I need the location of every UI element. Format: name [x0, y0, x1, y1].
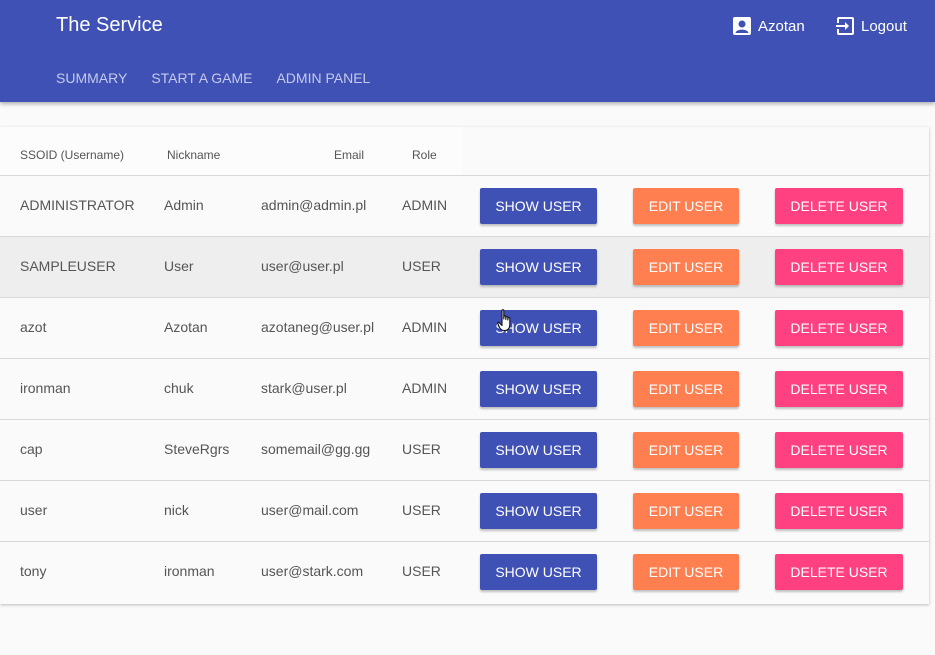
table-row: SAMPLEUSER User user@user.pl USER SHOW U…: [0, 237, 929, 298]
edit-user-button[interactable]: EDIT USER: [633, 371, 739, 407]
delete-user-button[interactable]: DELETE USER: [775, 554, 903, 590]
cell-nickname: chuk: [164, 380, 194, 396]
cell-ssoid: cap: [20, 441, 43, 457]
cell-role: ADMIN: [402, 380, 448, 396]
header-nickname: Nickname: [167, 148, 221, 162]
cell-role: USER: [402, 441, 441, 457]
username-label: Azotan: [758, 17, 805, 35]
table-row: cap SteveRgrs somemail@gg.gg USER SHOW U…: [0, 420, 929, 481]
show-user-button[interactable]: SHOW USER: [480, 371, 597, 407]
cell-email: somemail@gg.gg: [261, 441, 371, 457]
show-user-button[interactable]: SHOW USER: [480, 493, 597, 529]
delete-user-button[interactable]: DELETE USER: [775, 493, 903, 529]
show-user-button[interactable]: SHOW USER: [480, 554, 597, 590]
delete-user-button[interactable]: DELETE USER: [775, 188, 903, 224]
cell-email: user@user.pl: [261, 258, 344, 274]
table-row: azot Azotan azotaneg@user.pl ADMIN SHOW …: [0, 298, 929, 359]
cell-nickname: Azotan: [164, 319, 208, 335]
cell-email: azotaneg@user.pl: [261, 319, 375, 335]
header-email: Email: [334, 148, 365, 162]
nav-admin-panel[interactable]: ADMIN PANEL: [276, 68, 370, 88]
cell-ssoid: ironman: [20, 380, 71, 396]
table-header: SSOID (Username) Nickname Email Role: [0, 127, 929, 176]
edit-user-button[interactable]: EDIT USER: [633, 432, 739, 468]
edit-user-button[interactable]: EDIT USER: [633, 310, 739, 346]
nav-start-a-game[interactable]: START A GAME: [151, 68, 252, 88]
cell-email: admin@admin.pl: [261, 197, 367, 213]
cell-nickname: User: [164, 258, 194, 274]
cell-role: USER: [402, 258, 441, 274]
nav-summary[interactable]: SUMMARY: [56, 68, 127, 88]
cell-nickname: nick: [164, 502, 189, 518]
cell-nickname: Admin: [164, 197, 204, 213]
edit-user-button[interactable]: EDIT USER: [633, 554, 739, 590]
cell-ssoid: ADMINISTRATOR: [20, 197, 135, 213]
cell-email: user@stark.com: [261, 563, 364, 579]
edit-user-button[interactable]: EDIT USER: [633, 188, 739, 224]
show-user-button[interactable]: SHOW USER: [480, 310, 597, 346]
table-row: user nick user@mail.com USER SHOW USER E…: [0, 481, 929, 542]
exit-to-app-icon: [835, 16, 855, 36]
show-user-button[interactable]: SHOW USER: [480, 432, 597, 468]
cell-ssoid: tony: [20, 563, 47, 579]
table-row: ADMINISTRATOR Admin admin@admin.pl ADMIN…: [0, 176, 929, 237]
account-box-icon: [732, 16, 752, 36]
main-nav: SUMMARY START A GAME ADMIN PANEL: [56, 68, 394, 88]
cell-ssoid: azot: [20, 319, 47, 335]
logout-label: Logout: [861, 17, 907, 35]
table-row: ironman chuk stark@user.pl ADMIN SHOW US…: [0, 359, 929, 420]
table-row: tony ironman user@stark.com USER SHOW US…: [0, 542, 929, 603]
cell-role: USER: [402, 502, 441, 518]
cell-role: ADMIN: [402, 197, 448, 213]
app-bar: The Service Azotan Logout SUMMARY START …: [0, 0, 935, 102]
user-profile-button[interactable]: Azotan: [732, 16, 805, 36]
edit-user-button[interactable]: EDIT USER: [633, 249, 739, 285]
users-table: SSOID (Username) Nickname Email Role ADM…: [0, 127, 929, 604]
header-ssoid: SSOID (Username): [20, 148, 125, 162]
cell-email: stark@user.pl: [261, 380, 347, 396]
delete-user-button[interactable]: DELETE USER: [775, 371, 903, 407]
app-title: The Service: [56, 14, 163, 36]
cell-nickname: SteveRgrs: [164, 441, 230, 457]
show-user-button[interactable]: SHOW USER: [480, 188, 597, 224]
delete-user-button[interactable]: DELETE USER: [775, 432, 903, 468]
cell-ssoid: SAMPLEUSER: [20, 258, 116, 274]
header-role: Role: [412, 148, 437, 162]
cell-role: ADMIN: [402, 319, 448, 335]
delete-user-button[interactable]: DELETE USER: [775, 310, 903, 346]
logout-button[interactable]: Logout: [835, 16, 907, 36]
cell-nickname: ironman: [164, 563, 215, 579]
delete-user-button[interactable]: DELETE USER: [775, 249, 903, 285]
cell-role: USER: [402, 563, 441, 579]
cell-ssoid: user: [20, 502, 48, 518]
show-user-button[interactable]: SHOW USER: [480, 249, 597, 285]
cell-email: user@mail.com: [261, 502, 359, 518]
edit-user-button[interactable]: EDIT USER: [633, 493, 739, 529]
